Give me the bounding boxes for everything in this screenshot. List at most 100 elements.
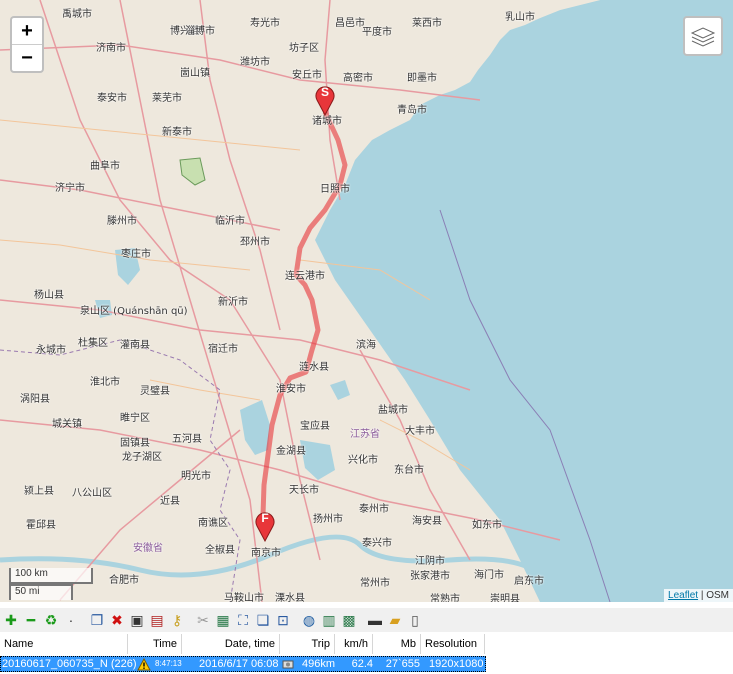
city-label: 涟水县 (299, 362, 329, 373)
key-icon[interactable]: ⚷ (168, 611, 186, 629)
city-label: 枣庄市 (121, 249, 151, 260)
city-label: 寿光市 (250, 18, 280, 29)
col-header-trip[interactable]: Trip (280, 634, 335, 654)
finish-marker[interactable]: F (254, 508, 276, 543)
city-label: 近县 (160, 496, 180, 507)
map-edit-icon[interactable]: ▩ (340, 611, 358, 629)
city-label: 淮安市 (276, 384, 306, 395)
cell-trip: 496km (301, 658, 335, 670)
add-icon[interactable]: ✚ (2, 611, 20, 629)
map-add-icon[interactable]: ▦ (214, 611, 232, 629)
crop-icon[interactable]: ⛶ (234, 611, 252, 629)
cell-datetime: 2016/6/17 06:08 (199, 658, 279, 670)
city-label: 泉山区 (Quánshān qū) (80, 306, 188, 317)
col-header-mb[interactable]: Mb (373, 634, 421, 654)
layers-copy-icon[interactable]: ❏ (254, 611, 272, 629)
city-label: 溧水县 (275, 593, 305, 602)
city-label: 高密市 (343, 73, 373, 84)
city-label: 江阴市 (415, 556, 445, 567)
city-label: 盐城市 (378, 405, 408, 416)
city-label: 宿迁市 (208, 344, 238, 355)
city-label: 永城市 (36, 345, 66, 356)
city-label: 济宁市 (55, 183, 85, 194)
city-label: 固镇县 (120, 438, 150, 449)
city-label: 兴化市 (348, 455, 378, 466)
city-label: 日照市 (320, 184, 350, 195)
file-grid: Name Time Date, time Trip km/h Mb Resolu… (0, 634, 733, 674)
zoom-fit-icon[interactable]: ⊡ (274, 611, 292, 629)
zoom-out-button[interactable]: − (12, 45, 42, 71)
city-label: 崮山镇 (180, 68, 210, 79)
city-label: 合肥市 (109, 575, 139, 586)
save-icon[interactable]: ▣ (128, 611, 146, 629)
city-label: 禹城市 (62, 9, 92, 20)
col-header-name[interactable]: Name (0, 634, 128, 654)
city-label: 明光市 (181, 471, 211, 482)
copy-icon[interactable]: ❐ (88, 611, 106, 629)
cell-kmh: 62.4 (351, 658, 373, 670)
export-icon[interactable]: ▤ (148, 611, 166, 629)
city-label: 坊子区 (289, 43, 319, 54)
city-label: 滕州市 (107, 216, 137, 227)
city-label: 启东市 (514, 576, 544, 587)
attribution-separator: | (698, 590, 707, 601)
scale-mi: 50 mi (9, 584, 73, 600)
city-label: 莱芜市 (152, 93, 182, 104)
cut-icon[interactable]: ✂ (194, 611, 212, 629)
leaflet-link[interactable]: Leaflet (668, 590, 698, 601)
col-header-kmh[interactable]: km/h (335, 634, 373, 654)
city-label: 马鞍山市 (224, 593, 264, 602)
city-label: 海安县 (412, 516, 442, 527)
city-label: 海门市 (474, 570, 504, 581)
col-header-datetime[interactable]: Date, time (182, 634, 280, 654)
start-marker[interactable]: S (314, 82, 336, 117)
city-label: 泰安市 (97, 93, 127, 104)
city-label: 滨海 (356, 340, 376, 351)
city-label: 常州市 (360, 578, 390, 589)
refresh-icon[interactable]: ♻ (42, 611, 60, 629)
dot-icon[interactable]: · (62, 611, 80, 629)
toolbar: ✚ ━ ♻ · ❐ ✖ ▣ ▤ ⚷ ✂ ▦ ⛶ ❏ ⊡ ◍ ▥ ▩ ▬ ▰ ▯ (0, 608, 733, 632)
city-label: 全椒县 (205, 545, 235, 556)
city-label: 邳州市 (240, 237, 270, 248)
cell-name: 20160617_060735_N (226) (2, 658, 136, 670)
document-icon[interactable]: ▯ (406, 611, 424, 629)
city-label: 淄博市 (185, 26, 215, 37)
delete-icon[interactable]: ✖ (108, 611, 126, 629)
filmstrip-icon[interactable]: ▬ (366, 611, 384, 629)
city-label: 杜集区 (78, 338, 108, 349)
city-label: 淮北市 (90, 377, 120, 388)
city-label: 如东市 (472, 520, 502, 531)
col-header-resolution[interactable]: Resolution (421, 634, 485, 654)
globe-icon[interactable]: ◍ (300, 611, 318, 629)
open-folder-icon[interactable]: ▰ (386, 611, 404, 629)
layers-button[interactable] (683, 16, 723, 56)
camera-icon (282, 657, 296, 671)
city-label: 颍上县 (24, 486, 54, 497)
city-label: 南谯区 (198, 518, 228, 529)
remove-icon[interactable]: ━ (22, 611, 40, 629)
finish-marker-label: F (261, 511, 269, 525)
chart-icon[interactable]: ▥ (320, 611, 338, 629)
city-label: 安丘市 (292, 70, 322, 81)
city-label: 霍邱县 (26, 520, 56, 531)
city-label: 连云港市 (285, 271, 325, 282)
city-label: 新沂市 (218, 297, 248, 308)
city-label: 大丰市 (405, 426, 435, 437)
zoom-in-button[interactable]: + (12, 18, 42, 45)
city-label: 昌邑市 (335, 18, 365, 29)
city-label: 涡阳县 (20, 394, 50, 405)
col-header-time[interactable]: Time (128, 634, 182, 654)
city-label: 潍坊市 (240, 57, 270, 68)
city-label: 金湖县 (276, 446, 306, 457)
city-label: 城关镇 (52, 419, 82, 430)
city-label: 宝应县 (300, 421, 330, 432)
table-row[interactable]: 20160617_060735_N (226) 8:47:13 2016/6/1… (0, 656, 486, 672)
city-label: 常熟市 (430, 594, 460, 602)
city-label: 龙子湖区 (122, 452, 162, 463)
layers-icon (690, 27, 716, 47)
city-label: 泰兴市 (362, 538, 392, 549)
city-label: 江苏省 (350, 429, 380, 440)
city-label: 张家港市 (410, 571, 450, 582)
map-view[interactable]: 禹城市 博兴县 淄博市 寿光市 昌邑市 平度市 莱西市 乳山市 济南市 潍坊市 坊子区 泰安市 崮山镇莱… (0, 0, 733, 602)
